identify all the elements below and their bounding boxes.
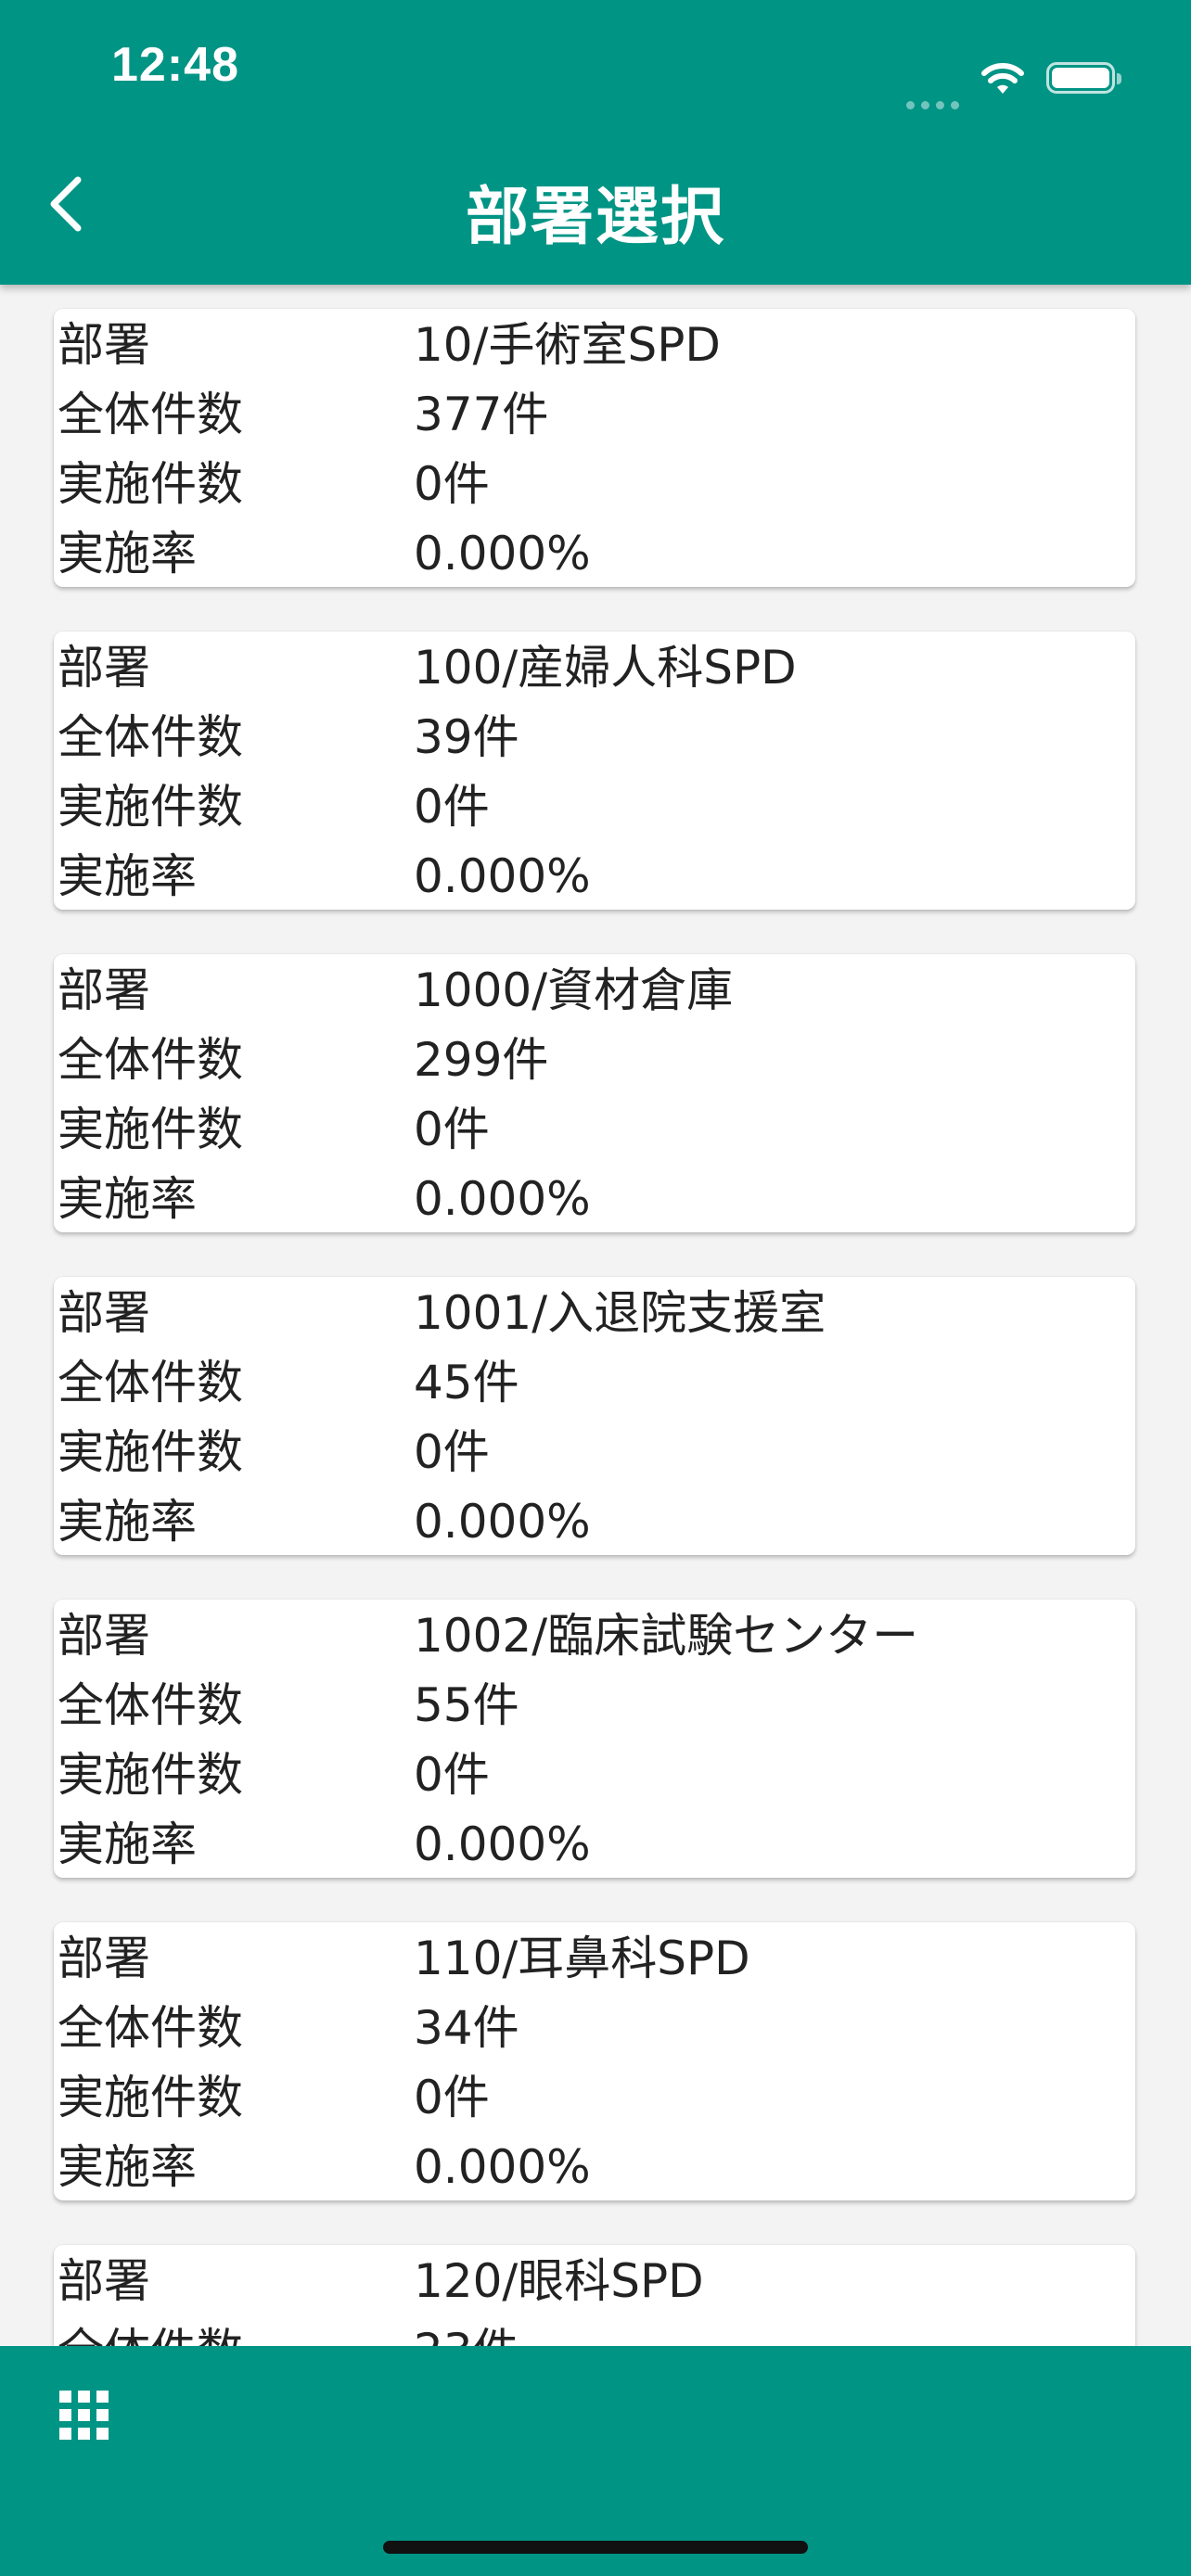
home-indicator[interactable] — [383, 2541, 808, 2554]
done-count-label: 実施件数 — [58, 780, 243, 834]
done-count-value: 0件 — [414, 457, 490, 511]
total-count-value: 23件 — [414, 2316, 519, 2346]
department-value: 10/手術室SPD — [414, 318, 721, 372]
done-count-label: 実施件数 — [58, 1425, 243, 1479]
total-count-row: 全体件数 45件 — [54, 1348, 1135, 1418]
total-count-label: 全体件数 — [58, 1033, 243, 1087]
total-count-row: 全体件数 39件 — [54, 703, 1135, 772]
rate-label: 実施率 — [58, 1817, 197, 1871]
rate-row: 実施率 0.000% — [54, 1487, 1135, 1557]
department-card[interactable]: 部署 10/手術室SPD 全体件数 377件 実施件数 0件 実施率 0.000… — [54, 309, 1135, 587]
rate-label: 実施率 — [58, 1172, 197, 1226]
department-row: 部署 1002/臨床試験センター — [54, 1601, 1135, 1671]
done-count-label: 実施件数 — [58, 457, 243, 511]
rate-value: 0.000% — [414, 849, 591, 903]
total-count-row: 全体件数 377件 — [54, 380, 1135, 450]
rate-value: 0.000% — [414, 527, 591, 580]
done-count-value: 0件 — [414, 2071, 490, 2124]
done-count-row: 実施件数 0件 — [54, 450, 1135, 519]
total-count-label: 全体件数 — [58, 1678, 243, 1732]
done-count-label: 実施件数 — [58, 1748, 243, 1802]
done-count-value: 0件 — [414, 1425, 490, 1479]
department-label: 部署 — [58, 1286, 150, 1340]
rate-row: 実施率 0.000% — [54, 2133, 1135, 2202]
total-count-label: 全体件数 — [58, 388, 243, 441]
department-row: 部署 1001/入退院支援室 — [54, 1279, 1135, 1348]
total-count-label: 全体件数 — [58, 2316, 243, 2346]
department-value: 100/産婦人科SPD — [414, 641, 797, 695]
department-value: 110/耳鼻科SPD — [414, 1932, 750, 1985]
rate-row: 実施率 0.000% — [54, 519, 1135, 589]
department-card[interactable]: 部署 1002/臨床試験センター 全体件数 55件 実施件数 0件 実施率 0.… — [54, 1600, 1135, 1878]
done-count-value: 0件 — [414, 780, 490, 834]
department-value: 1002/臨床試験センター — [414, 1609, 919, 1663]
department-value: 1001/入退院支援室 — [414, 1286, 826, 1340]
done-count-label: 実施件数 — [58, 2071, 243, 2124]
done-count-row: 実施件数 0件 — [54, 1741, 1135, 1810]
rate-label: 実施率 — [58, 849, 197, 903]
department-value: 1000/資材倉庫 — [414, 963, 734, 1017]
department-row: 部署 120/眼科SPD — [54, 2247, 1135, 2316]
total-count-value: 299件 — [414, 1033, 549, 1087]
total-count-row: 全体件数 299件 — [54, 1026, 1135, 1095]
done-count-value: 0件 — [414, 1748, 490, 1802]
rate-value: 0.000% — [414, 1495, 591, 1549]
rate-row: 実施率 0.000% — [54, 1165, 1135, 1234]
status-icons — [906, 46, 1121, 109]
department-card[interactable]: 部署 1000/資材倉庫 全体件数 299件 実施件数 0件 実施率 0.000… — [54, 954, 1135, 1232]
done-count-row: 実施件数 0件 — [54, 1095, 1135, 1165]
total-count-value: 55件 — [414, 1678, 519, 1732]
department-label: 部署 — [58, 641, 150, 695]
department-list[interactable]: 部署 10/手術室SPD 全体件数 377件 実施件数 0件 実施率 0.000… — [0, 285, 1191, 2346]
total-count-row: 全体件数 55件 — [54, 1671, 1135, 1741]
grid-menu-icon — [59, 2391, 109, 2440]
app-header: 12:48 部署選択 — [0, 0, 1191, 285]
department-row: 部署 1000/資材倉庫 — [54, 956, 1135, 1026]
total-count-value: 45件 — [414, 1356, 519, 1409]
rate-label: 実施率 — [58, 1495, 197, 1549]
total-count-label: 全体件数 — [58, 1356, 243, 1409]
total-count-value: 39件 — [414, 710, 519, 764]
rate-row: 実施率 0.000% — [54, 842, 1135, 912]
done-count-row: 実施件数 0件 — [54, 772, 1135, 842]
rate-row: 実施率 0.000% — [54, 1810, 1135, 1880]
rate-label: 実施率 — [58, 2140, 197, 2194]
rate-value: 0.000% — [414, 2140, 591, 2194]
department-label: 部署 — [58, 318, 150, 372]
battery-icon — [1046, 62, 1121, 94]
done-count-value: 0件 — [414, 1103, 490, 1156]
department-card[interactable]: 部署 110/耳鼻科SPD 全体件数 34件 実施件数 0件 実施率 0.000… — [54, 1922, 1135, 2200]
department-card[interactable]: 部署 120/眼科SPD 全体件数 23件 — [54, 2245, 1135, 2346]
department-row: 部署 110/耳鼻科SPD — [54, 1924, 1135, 1994]
done-count-row: 実施件数 0件 — [54, 2063, 1135, 2133]
department-row: 部署 100/産婦人科SPD — [54, 633, 1135, 703]
department-card[interactable]: 部署 1001/入退院支援室 全体件数 45件 実施件数 0件 実施率 0.00… — [54, 1277, 1135, 1555]
department-row: 部署 10/手術室SPD — [54, 311, 1135, 380]
department-label: 部署 — [58, 1609, 150, 1663]
rate-label: 実施率 — [58, 527, 197, 580]
status-time: 12:48 — [111, 38, 239, 92]
department-label: 部署 — [58, 1932, 150, 1985]
total-count-row: 全体件数 34件 — [54, 1994, 1135, 2063]
done-count-label: 実施件数 — [58, 1103, 243, 1156]
page-title: 部署選択 — [465, 181, 725, 254]
cellular-signal-icon — [906, 46, 959, 109]
rate-value: 0.000% — [414, 1172, 591, 1226]
menu-button[interactable] — [59, 2391, 119, 2450]
rate-value: 0.000% — [414, 1817, 591, 1871]
department-value: 120/眼科SPD — [414, 2254, 704, 2308]
total-count-label: 全体件数 — [58, 2001, 243, 2055]
total-count-value: 34件 — [414, 2001, 519, 2055]
department-label: 部署 — [58, 2254, 150, 2308]
bottom-bar — [0, 2346, 1191, 2576]
wifi-icon — [981, 63, 1024, 94]
total-count-label: 全体件数 — [58, 710, 243, 764]
total-count-row: 全体件数 23件 — [54, 2316, 1135, 2346]
done-count-row: 実施件数 0件 — [54, 1418, 1135, 1487]
department-card[interactable]: 部署 100/産婦人科SPD 全体件数 39件 実施件数 0件 実施率 0.00… — [54, 631, 1135, 910]
department-label: 部署 — [58, 963, 150, 1017]
total-count-value: 377件 — [414, 388, 549, 441]
